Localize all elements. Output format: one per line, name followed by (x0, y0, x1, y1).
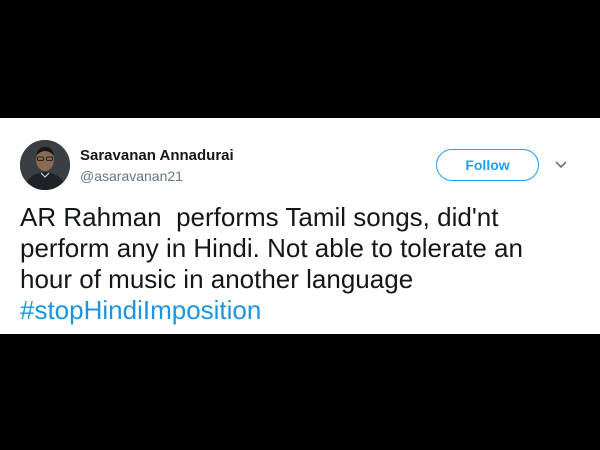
avatar[interactable] (20, 140, 70, 190)
follow-button[interactable]: Follow (436, 149, 539, 181)
author-handle[interactable]: @asaravanan21 (80, 168, 183, 184)
screenshot-canvas: Saravanan Annadurai @asaravanan21 Follow… (0, 0, 600, 450)
tweet-text: AR Rahman performs Tamil songs, did'nt p… (20, 202, 580, 326)
tweet-card: Saravanan Annadurai @asaravanan21 Follow… (0, 118, 600, 334)
tweet-text-line: perform any in Hindi. Not able to tolera… (20, 233, 523, 263)
tweet-text-line: hour of music in another language (20, 264, 414, 294)
hashtag-link[interactable]: #stopHindiImposition (20, 295, 261, 325)
tweet-text-line: AR Rahman performs Tamil songs, did'nt (20, 202, 499, 232)
author-display-name[interactable]: Saravanan Annadurai (80, 147, 234, 164)
chevron-down-icon[interactable] (554, 158, 568, 172)
avatar-image (20, 140, 70, 190)
